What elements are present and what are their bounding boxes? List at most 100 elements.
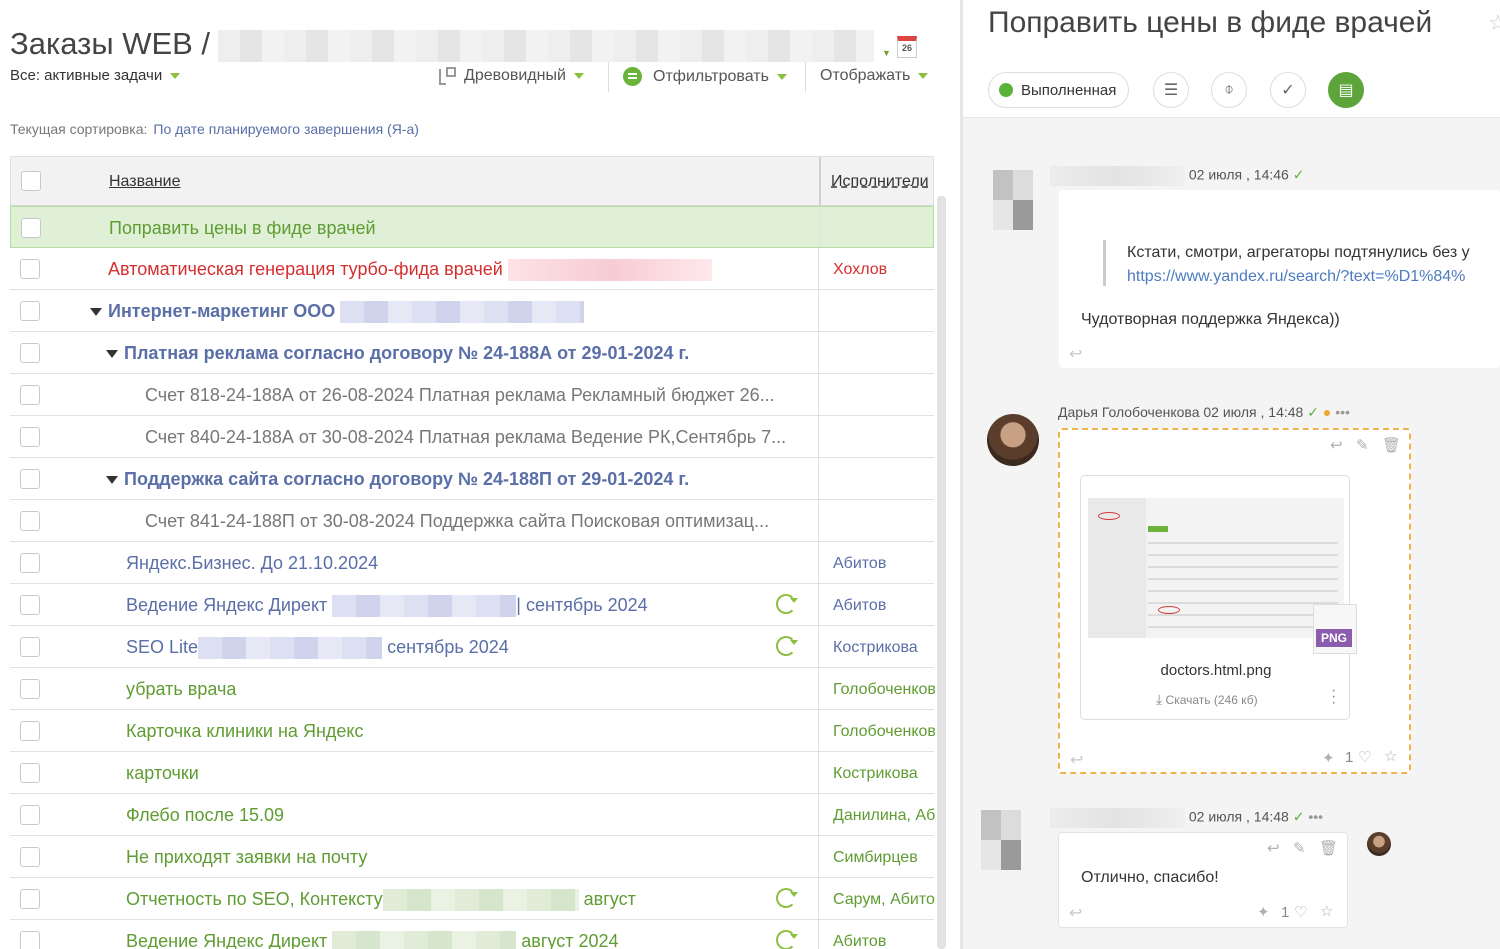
- select-all-checkbox[interactable]: [21, 171, 41, 191]
- table-row[interactable]: SEO Lite сентябрь 2024 Кострикова: [10, 626, 934, 668]
- table-row[interactable]: Интернет-маркетинг ООО: [10, 290, 934, 332]
- task-name[interactable]: Автоматическая генерация турбо-фида врач…: [108, 259, 712, 282]
- row-checkbox[interactable]: [20, 469, 40, 489]
- reply-icon[interactable]: ↩: [1069, 344, 1082, 364]
- pin-icon[interactable]: ✦: [1322, 749, 1335, 767]
- more-vertical-icon[interactable]: · · ·: [1331, 683, 1336, 711]
- task-name[interactable]: Отчетность по SEO, Контексту август: [126, 889, 636, 912]
- message-author[interactable]: Дарья Голобоченкова: [1058, 404, 1200, 420]
- row-checkbox[interactable]: [20, 763, 40, 783]
- row-checkbox[interactable]: [20, 427, 40, 447]
- pin-icon[interactable]: ✦: [1257, 903, 1270, 921]
- active-tasks-filter[interactable]: Все: активные задачи: [10, 67, 181, 84]
- more-icon[interactable]: •••: [1335, 404, 1350, 420]
- avatar[interactable]: [987, 414, 1039, 466]
- heart-icon[interactable]: ♡: [1358, 748, 1371, 766]
- task-name[interactable]: Поправить цены в фиде врачей: [109, 218, 376, 239]
- collapse-icon[interactable]: [106, 476, 118, 485]
- table-row[interactable]: Счет 841-24-188П от 30-08-2024 Поддержка…: [10, 500, 934, 542]
- display-button[interactable]: Отображать: [820, 67, 929, 85]
- star-icon[interactable]: ☆: [1320, 902, 1333, 920]
- tree-view-toggle[interactable]: Древовидный: [436, 67, 584, 85]
- star-icon[interactable]: ☆: [1488, 10, 1500, 36]
- row-checkbox[interactable]: [21, 218, 41, 238]
- heart-icon[interactable]: ♡: [1294, 903, 1307, 921]
- reply-icon[interactable]: ↩: [1070, 750, 1083, 770]
- avatar[interactable]: [981, 810, 1021, 870]
- edit-icon[interactable]: ✎: [1293, 839, 1306, 857]
- project-dropdown-icon[interactable]: ▼: [882, 48, 891, 58]
- file-name[interactable]: doctors.html.png: [1081, 662, 1351, 679]
- delete-icon[interactable]: 🗑: [1382, 436, 1401, 454]
- row-checkbox[interactable]: [20, 805, 40, 825]
- table-row[interactable]: Отчетность по SEO, Контексту август Сару…: [10, 878, 935, 920]
- project-title[interactable]: Заказы WEB /: [10, 26, 210, 62]
- row-checkbox[interactable]: [20, 595, 40, 615]
- table-row[interactable]: Поправить цены в фиде врачей: [10, 206, 934, 248]
- row-checkbox[interactable]: [20, 385, 40, 405]
- table-row[interactable]: Платная реклама согласно договору № 24-1…: [10, 332, 934, 374]
- checklist-button[interactable]: ✓: [1270, 72, 1306, 108]
- delete-icon[interactable]: 🗑: [1319, 839, 1338, 857]
- filter-button[interactable]: Отфильтровать: [623, 67, 787, 86]
- description-button[interactable]: ☰: [1153, 72, 1189, 108]
- task-name[interactable]: Флебо после 15.09: [126, 805, 284, 826]
- calendar-icon[interactable]: 26: [897, 36, 917, 58]
- row-checkbox[interactable]: [20, 889, 40, 909]
- file-thumbnail[interactable]: [1088, 498, 1344, 638]
- task-name[interactable]: Яндекс.Бизнес. До 21.10.2024: [126, 553, 378, 574]
- task-name[interactable]: Ведение Яндекс Директ август 2024: [126, 931, 619, 949]
- table-row[interactable]: Не приходят заявки на почту Симбирцев: [10, 836, 934, 878]
- sort-value-link[interactable]: По дате планируемого завершения (Я-а): [153, 121, 419, 137]
- comments-button[interactable]: ▤: [1328, 72, 1364, 108]
- table-row[interactable]: Ведение Яндекс Директ август 2024 Абитов: [10, 920, 934, 949]
- column-header-name[interactable]: Название: [109, 173, 181, 191]
- row-checkbox[interactable]: [20, 847, 40, 867]
- group-name[interactable]: Интернет-маркетинг ООО: [90, 301, 585, 324]
- row-checkbox[interactable]: [20, 511, 40, 531]
- table-row[interactable]: Карточка клиники на Яндекс Голобоченкова: [10, 710, 935, 752]
- reply-icon[interactable]: ↩: [1330, 436, 1343, 454]
- more-icon[interactable]: •••: [1308, 809, 1323, 825]
- row-checkbox[interactable]: [20, 259, 40, 279]
- table-row[interactable]: убрать врача Голобоченкова: [10, 668, 935, 710]
- table-row[interactable]: Счет 840-24-188А от 30-08-2024 Платная р…: [10, 416, 934, 458]
- file-attachment[interactable]: PNG doctors.html.png ⤓ Скачать (246 кб) …: [1080, 475, 1357, 720]
- row-checkbox[interactable]: [20, 343, 40, 363]
- table-row[interactable]: Ведение Яндекс Директ | сентябрь 2024 Аб…: [10, 584, 934, 626]
- fields-button[interactable]: ⌽: [1211, 72, 1247, 108]
- avatar[interactable]: [993, 170, 1033, 230]
- task-name[interactable]: SEO Lite сентябрь 2024: [126, 637, 509, 660]
- row-checkbox[interactable]: [20, 721, 40, 741]
- task-name[interactable]: Счет 840-24-188А от 30-08-2024 Платная р…: [145, 427, 786, 448]
- collapse-icon[interactable]: [90, 308, 102, 317]
- message-link[interactable]: https://www.yandex.ru/search/?text=%D1%8…: [1127, 268, 1465, 286]
- task-name[interactable]: Не приходят заявки на почту: [126, 847, 367, 868]
- group-name[interactable]: Поддержка сайта согласно договору № 24-1…: [106, 469, 689, 490]
- row-checkbox[interactable]: [20, 301, 40, 321]
- collapse-icon[interactable]: [106, 350, 118, 359]
- row-checkbox[interactable]: [20, 553, 40, 573]
- task-name[interactable]: убрать врача: [126, 679, 236, 700]
- task-name[interactable]: Ведение Яндекс Директ | сентябрь 2024: [126, 595, 648, 618]
- group-name[interactable]: Платная реклама согласно договору № 24-1…: [106, 343, 689, 364]
- task-name[interactable]: карточки: [126, 763, 199, 784]
- task-name[interactable]: Счет 818-24-188А от 26-08-2024 Платная р…: [145, 385, 775, 406]
- download-link[interactable]: ⤓ Скачать (246 кб): [1156, 691, 1258, 708]
- row-checkbox[interactable]: [20, 931, 40, 949]
- task-name[interactable]: Карточка клиники на Яндекс: [126, 721, 363, 742]
- reply-icon[interactable]: ↩: [1069, 903, 1082, 923]
- row-checkbox[interactable]: [20, 679, 40, 699]
- status-button[interactable]: Выполненная: [988, 72, 1130, 108]
- row-checkbox[interactable]: [20, 637, 40, 657]
- table-row[interactable]: Счет 818-24-188А от 26-08-2024 Платная р…: [10, 374, 934, 416]
- column-divider[interactable]: [819, 157, 821, 205]
- column-header-assignee[interactable]: Исполнители: [831, 173, 935, 191]
- table-row[interactable]: Автоматическая генерация турбо-фида врач…: [10, 248, 934, 290]
- reply-icon[interactable]: ↩: [1267, 839, 1280, 857]
- task-name[interactable]: Счет 841-24-188П от 30-08-2024 Поддержка…: [145, 511, 769, 532]
- table-row[interactable]: карточки Кострикова: [10, 752, 934, 794]
- task-title[interactable]: Поправить цены в фиде врачей: [988, 6, 1432, 40]
- table-row[interactable]: Поддержка сайта согласно договору № 24-1…: [10, 458, 934, 500]
- star-icon[interactable]: ☆: [1384, 747, 1397, 765]
